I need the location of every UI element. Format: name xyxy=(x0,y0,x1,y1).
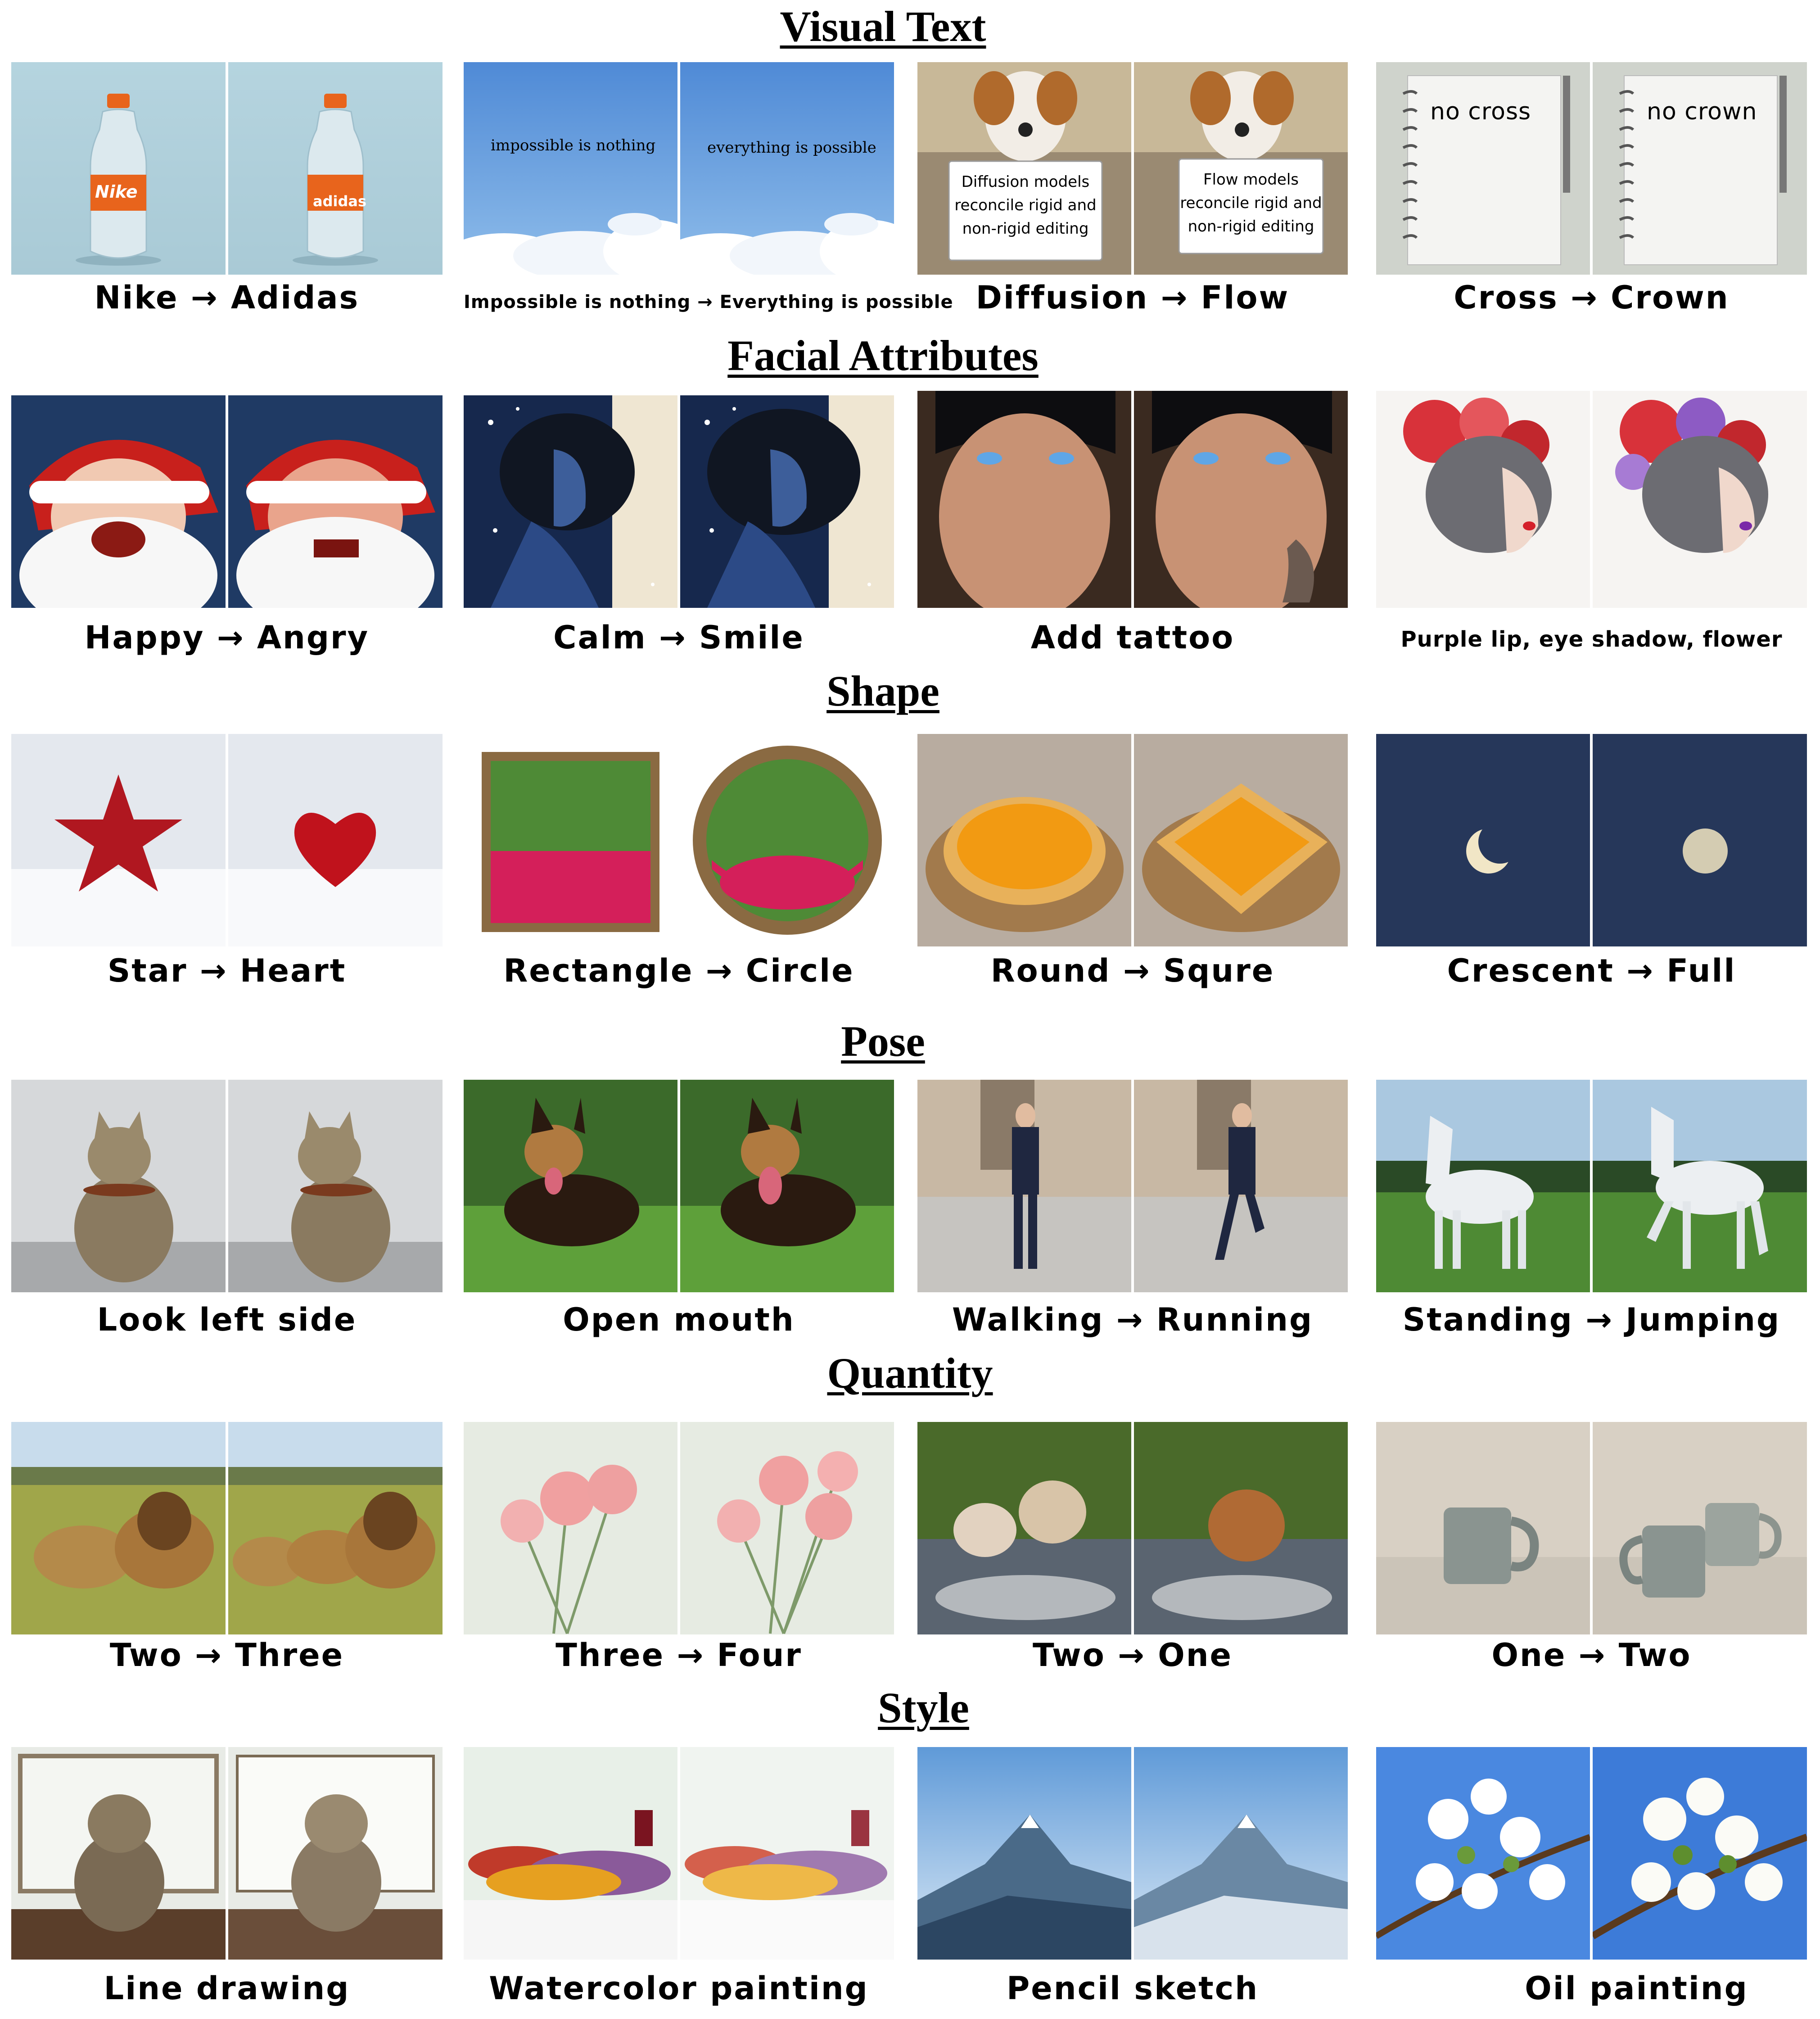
sign-line-3: non-rigid editing xyxy=(1188,217,1314,235)
notebook-crown-text: no crown xyxy=(1647,98,1757,125)
caption-open-mouth: Open mouth xyxy=(563,1301,795,1338)
image-heart xyxy=(228,734,443,946)
image-one-dog xyxy=(1134,1422,1348,1634)
image-blossom-photo xyxy=(1376,1747,1590,1960)
caption-diffusion-flow: Diffusion → Flow xyxy=(975,279,1290,316)
image-circle-basket xyxy=(680,734,894,946)
image-santa-happy xyxy=(11,395,226,608)
caption-purple-lip: Purple lip, eye shadow, flower xyxy=(1400,627,1783,652)
adidas-logo-text: adidas xyxy=(313,193,367,210)
flow-sign-text: Flow models reconcile rigid and non-rigi… xyxy=(1179,168,1323,238)
section-title-pose: Pose xyxy=(841,1017,925,1065)
caption-two-one: Two → One xyxy=(1032,1637,1233,1674)
image-man-tattoo xyxy=(1134,391,1348,608)
image-fruit-watercolor xyxy=(680,1747,894,1960)
image-horse-jumping xyxy=(1593,1080,1807,1292)
caption-cross-crown: Cross → Crown xyxy=(1454,279,1730,316)
image-watercolor-woman-target xyxy=(1593,391,1807,608)
image-woman-running xyxy=(1134,1080,1348,1292)
image-woman-walking xyxy=(917,1080,1131,1292)
notebook-cross-text: no cross xyxy=(1430,98,1531,125)
image-fruit-photo xyxy=(464,1747,677,1960)
caption-nike-adidas: Nike → Adidas xyxy=(94,279,360,316)
image-woman-calm xyxy=(464,395,677,608)
image-two-mugs xyxy=(1593,1422,1807,1634)
image-three-lions xyxy=(228,1422,443,1634)
image-star xyxy=(11,734,226,946)
image-crescent-moon xyxy=(1376,734,1590,946)
image-dog-closed-mouth xyxy=(464,1080,677,1292)
image-square-cake xyxy=(1134,734,1348,946)
image-cat-left xyxy=(228,1080,443,1292)
sign-line-2: reconcile rigid and xyxy=(1180,194,1322,212)
image-woman-smile xyxy=(680,395,894,608)
image-santa-angry xyxy=(228,395,443,608)
image-cat-line-drawing xyxy=(228,1747,443,1960)
section-title-facial-attributes: Facial Attributes xyxy=(727,331,1039,380)
image-diffusion-sign-source: Diffusion models reconcile rigid and non… xyxy=(917,62,1131,275)
impossible-sky-text: impossible is nothing xyxy=(491,136,656,154)
caption-add-tattoo: Add tattoo xyxy=(1030,619,1235,656)
image-nike-source: Nike xyxy=(11,62,226,275)
nike-logo-text: Nike xyxy=(95,182,138,202)
image-mountain-pencil-sketch xyxy=(1134,1747,1348,1960)
image-adidas-target: adidas xyxy=(228,62,443,275)
image-cat-front xyxy=(11,1080,226,1292)
caption-line-drawing: Line drawing xyxy=(104,1970,350,2007)
image-everything-target: everything is possible xyxy=(680,62,894,275)
caption-one-two: One → Two xyxy=(1491,1637,1692,1674)
section-title-shape: Shape xyxy=(826,667,939,715)
caption-walking-running: Walking → Running xyxy=(952,1301,1314,1338)
section-title-style: Style xyxy=(878,1684,969,1732)
caption-three-four: Three → Four xyxy=(555,1637,802,1674)
image-man-no-tattoo xyxy=(917,391,1131,608)
caption-star-heart: Star → Heart xyxy=(107,952,347,989)
sign-line-3: non-rigid editing xyxy=(962,220,1089,238)
image-two-dogs xyxy=(917,1422,1131,1634)
caption-happy-angry: Happy → Angry xyxy=(84,619,370,656)
image-horse-standing xyxy=(1376,1080,1590,1292)
caption-round-square: Round → Squre xyxy=(990,952,1275,989)
image-impossible-source: impossible is nothing xyxy=(464,62,677,275)
image-blossom-oil-painting xyxy=(1593,1747,1807,1960)
everything-sky-text: everything is possible xyxy=(707,139,876,157)
sign-line-1: Flow models xyxy=(1203,171,1299,189)
caption-pencil-sketch: Pencil sketch xyxy=(1006,1970,1259,2007)
caption-two-three: Two → Three xyxy=(109,1637,344,1674)
image-watercolor-woman-source xyxy=(1376,391,1590,608)
image-notebook-cross-source: no cross xyxy=(1376,62,1590,275)
caption-oil-painting: Oil painting xyxy=(1525,1970,1748,2007)
image-mountain-photo xyxy=(917,1747,1131,1960)
caption-impossible-everything: Impossible is nothing → Everything is po… xyxy=(464,292,953,312)
caption-crescent-full: Crescent → Full xyxy=(1447,952,1736,989)
image-cat-photo xyxy=(11,1747,226,1960)
image-one-mug xyxy=(1376,1422,1590,1634)
image-round-cake xyxy=(917,734,1131,946)
caption-standing-jumping: Standing → Jumping xyxy=(1402,1301,1781,1338)
image-four-flowers xyxy=(680,1422,894,1634)
image-full-moon xyxy=(1593,734,1807,946)
image-rectangle-crate xyxy=(464,734,677,946)
section-title-visual-text: Visual Text xyxy=(780,2,986,50)
image-dog-open-mouth xyxy=(680,1080,894,1292)
sign-line-1: Diffusion models xyxy=(961,173,1090,191)
sign-line-2: reconcile rigid and xyxy=(954,196,1097,214)
image-notebook-crown-target: no crown xyxy=(1593,62,1807,275)
caption-rectangle-circle: Rectangle → Circle xyxy=(503,952,854,989)
caption-look-left: Look left side xyxy=(97,1301,357,1338)
section-title-quantity: Quantity xyxy=(827,1349,993,1397)
caption-calm-smile: Calm → Smile xyxy=(553,619,804,656)
image-flow-sign-target: Flow models reconcile rigid and non-rigi… xyxy=(1134,62,1348,275)
image-two-lions xyxy=(11,1422,226,1634)
image-three-flowers xyxy=(464,1422,677,1634)
caption-watercolor-painting: Watercolor painting xyxy=(489,1970,869,2007)
diffusion-sign-text: Diffusion models reconcile rigid and non… xyxy=(949,170,1102,240)
